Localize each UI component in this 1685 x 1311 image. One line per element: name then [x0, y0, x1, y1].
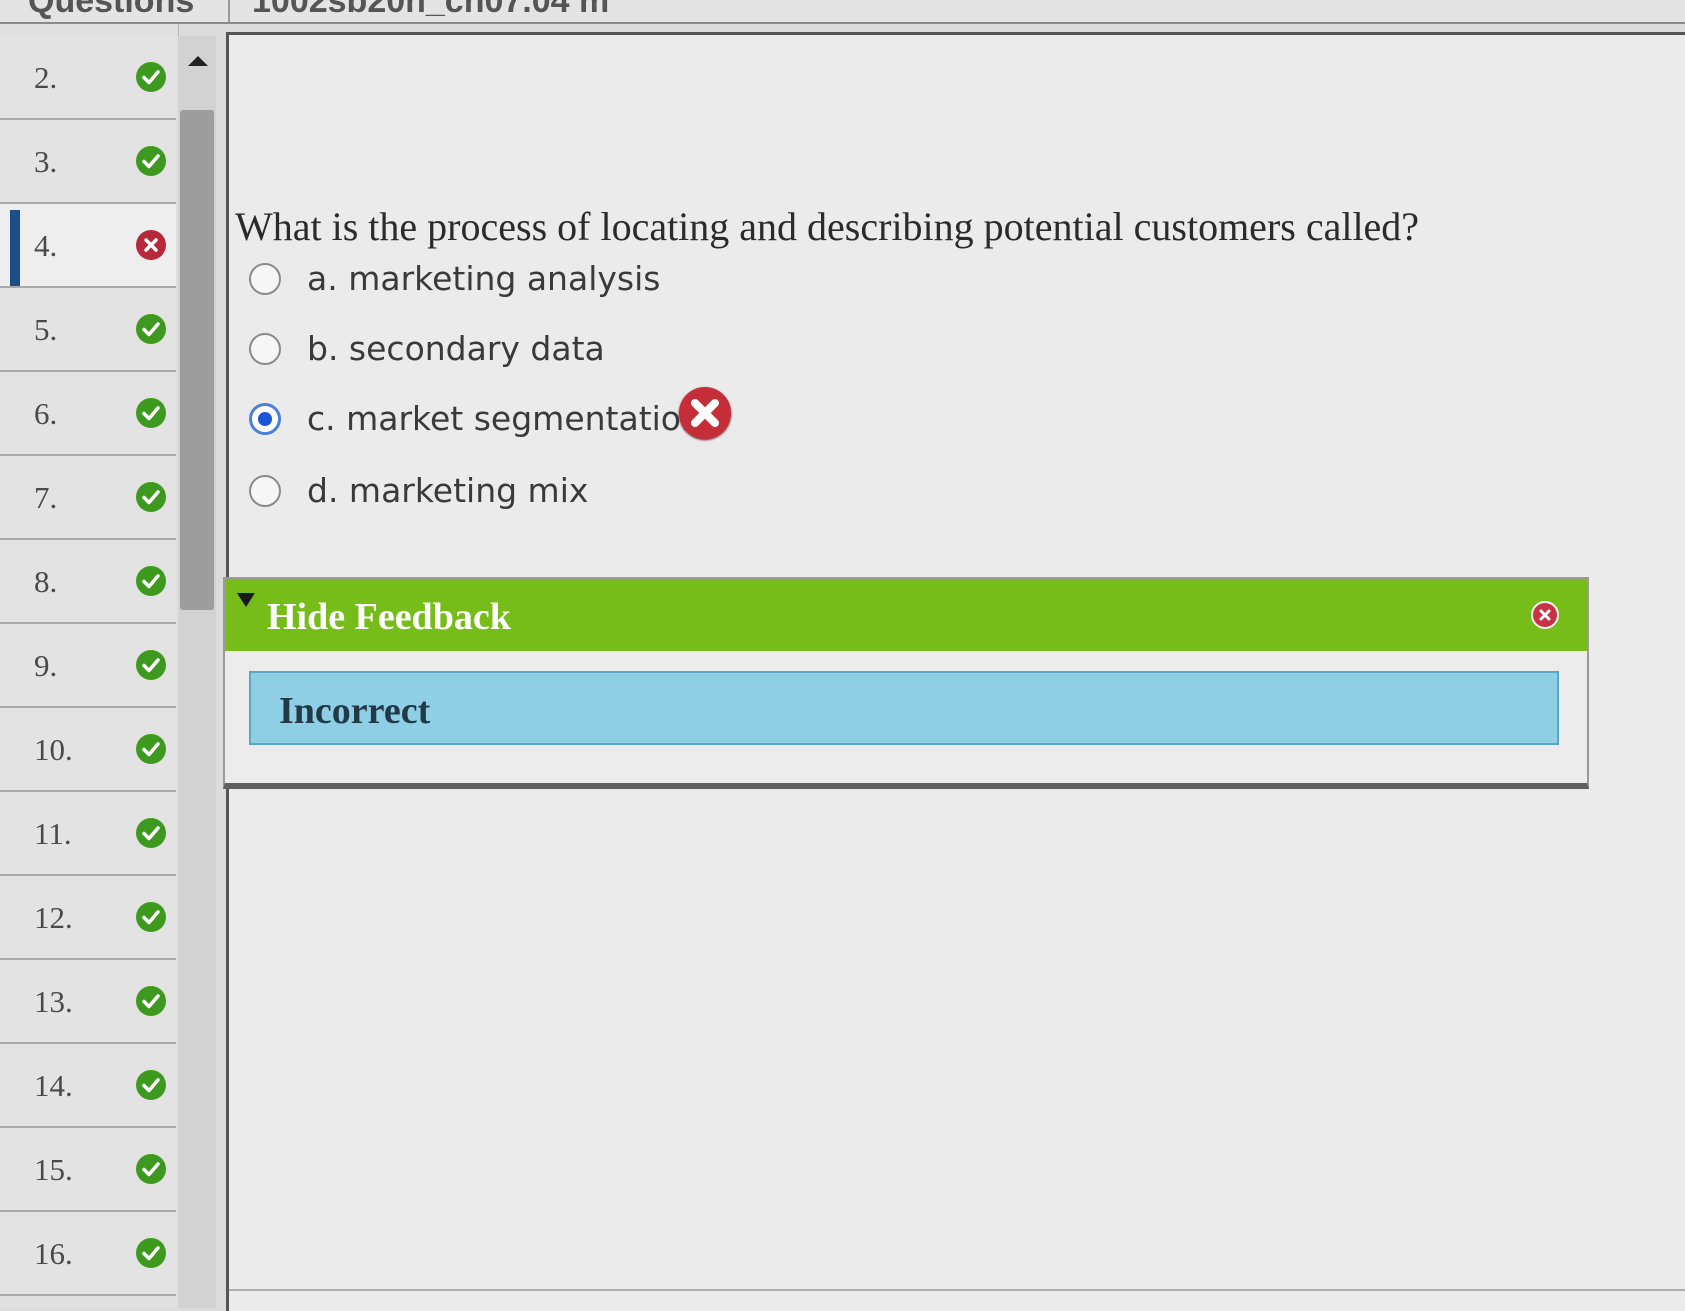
checkmark-icon	[136, 398, 166, 428]
feedback-toggle[interactable]: Hide Feedback	[225, 579, 1587, 651]
checkmark-icon	[136, 986, 166, 1016]
close-icon[interactable]	[1531, 601, 1559, 629]
radio-button[interactable]	[249, 333, 281, 365]
question-nav-item[interactable]: 8.	[0, 540, 176, 624]
question-number[interactable]: 14.	[34, 1068, 73, 1104]
question-nav-item[interactable]: 5.	[0, 288, 176, 372]
question-nav-item[interactable]: 3.	[0, 120, 176, 204]
question-nav-item[interactable]: 16.	[0, 1212, 176, 1296]
incorrect-icon	[679, 387, 731, 439]
question-nav-item[interactable]: 6.	[0, 372, 176, 456]
header-divider	[228, 0, 230, 22]
question-number[interactable]: 15.	[34, 1152, 73, 1188]
question-number[interactable]: 6.	[34, 396, 57, 432]
verdict-text: Incorrect	[279, 690, 431, 732]
checkmark-icon	[136, 902, 166, 932]
incorrect-icon	[136, 230, 166, 260]
question-number[interactable]: 2.	[34, 60, 57, 96]
checkmark-icon	[136, 482, 166, 512]
question-number[interactable]: 8.	[34, 564, 57, 600]
scrollbar-thumb[interactable]	[180, 110, 214, 610]
current-question-marker	[10, 210, 20, 286]
question-nav-item[interactable]: 7.	[0, 456, 176, 540]
question-number[interactable]: 10.	[34, 732, 73, 768]
feedback-panel: Hide Feedback Incorrect	[223, 577, 1589, 789]
question-number[interactable]: 4.	[34, 228, 57, 264]
question-number[interactable]: 16.	[34, 1236, 73, 1272]
question-number[interactable]: 13.	[34, 984, 73, 1020]
option-label[interactable]: b. secondary data	[307, 329, 605, 368]
divider	[229, 1289, 1685, 1291]
question-number[interactable]: 7.	[34, 480, 57, 516]
question-number[interactable]: 12.	[34, 900, 73, 936]
questions-heading: Questions	[28, 0, 195, 20]
question-navigation: 2. 3. 4. 5. 6. 7. 8. 9. 10. 11. 12. 13. 14. 15. 16.	[0, 24, 179, 1308]
question-number[interactable]: 5.	[34, 312, 57, 348]
checkmark-icon	[136, 650, 166, 680]
radio-dot	[258, 412, 272, 426]
checkmark-icon	[136, 1070, 166, 1100]
collapse-arrow-icon[interactable]	[237, 593, 255, 607]
checkmark-icon	[136, 146, 166, 176]
scroll-up-arrow-icon[interactable]	[188, 56, 208, 66]
question-nav-item[interactable]: 4.	[0, 204, 176, 288]
checkmark-icon	[136, 62, 166, 92]
question-nav-item[interactable]: 13.	[0, 960, 176, 1044]
question-number[interactable]: 9.	[34, 648, 57, 684]
assignment-file-name: 1002sb20n_ch07.04 m	[252, 0, 610, 20]
checkmark-icon	[136, 566, 166, 596]
verdict-box: Incorrect	[249, 671, 1559, 745]
question-nav-item[interactable]: 2.	[0, 36, 176, 120]
question-nav-item[interactable]: 14.	[0, 1044, 176, 1128]
radio-button-selected[interactable]	[249, 403, 281, 435]
checkmark-icon	[136, 818, 166, 848]
option-label[interactable]: a. marketing analysis	[307, 259, 660, 298]
checkmark-icon	[136, 1238, 166, 1268]
top-header: Questions 1002sb20n_ch07.04 m	[0, 0, 1685, 24]
question-prompt: What is the process of locating and desc…	[235, 204, 1420, 249]
hide-feedback-label[interactable]: Hide Feedback	[267, 595, 511, 639]
option-label[interactable]: d. marketing mix	[307, 471, 588, 510]
question-nav-scrollbar[interactable]	[178, 36, 216, 1308]
checkmark-icon	[136, 734, 166, 764]
question-nav-item[interactable]: 11.	[0, 792, 176, 876]
question-nav-item[interactable]: 10.	[0, 708, 176, 792]
question-content: What is the process of locating and desc…	[223, 32, 1685, 1311]
checkmark-icon	[136, 1154, 166, 1184]
radio-button[interactable]	[249, 475, 281, 507]
question-number[interactable]: 11.	[34, 816, 72, 852]
radio-button[interactable]	[249, 263, 281, 295]
question-number[interactable]: 3.	[34, 144, 57, 180]
question-nav-item[interactable]: 12.	[0, 876, 176, 960]
question-nav-item[interactable]: 9.	[0, 624, 176, 708]
option-label[interactable]: c. market segmentation	[307, 399, 702, 438]
question-nav-item[interactable]: 15.	[0, 1128, 176, 1212]
checkmark-icon	[136, 314, 166, 344]
